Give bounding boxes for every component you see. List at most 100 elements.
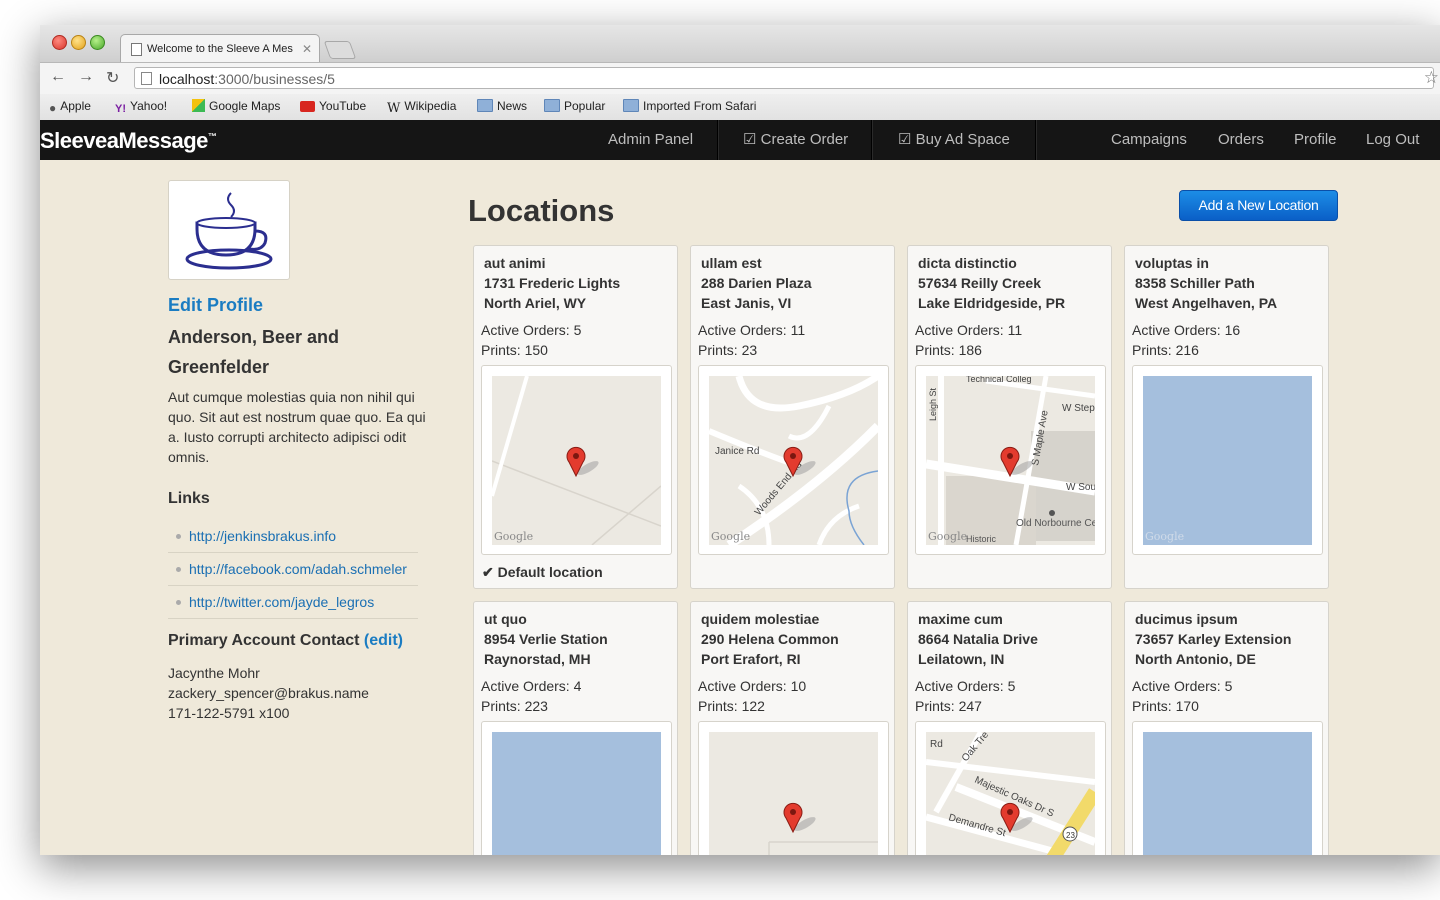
- map-frame: Janice Rd Woods End Rd Google: [698, 365, 889, 555]
- location-map[interactable]: Janice Rd Woods End Rd Google: [709, 376, 878, 545]
- bookmark-yahoo[interactable]: Y! Yahoo!: [115, 99, 167, 115]
- location-name: ut quo: [484, 611, 527, 627]
- location-card[interactable]: dicta distinctio 57634 Reilly Creek Lake…: [907, 245, 1112, 589]
- map-pin-icon: [783, 802, 816, 834]
- location-map[interactable]: Google: [1143, 376, 1312, 545]
- close-window-button[interactable]: [52, 35, 67, 50]
- browser-tab[interactable]: Welcome to the Sleeve A Mes ✕: [120, 34, 320, 62]
- location-card[interactable]: ut quo 8954 Verlie Station Raynorstad, M…: [473, 601, 678, 855]
- location-city: Lake Eldridgeside, PR: [918, 295, 1066, 311]
- prints-count: Prints: 223: [481, 698, 548, 714]
- page-title: Locations: [468, 193, 615, 228]
- edit-check-icon: ☑: [743, 131, 761, 148]
- nav-orders[interactable]: Orders: [1218, 120, 1264, 160]
- location-map[interactable]: Technical Colleg W Step S Maple Ave Leig…: [926, 376, 1095, 545]
- map-frame: [1132, 721, 1323, 855]
- location-street: 8954 Verlie Station: [484, 631, 608, 647]
- contact-info: Jacynthe Mohr zackery_spencer@brakus.nam…: [168, 663, 369, 723]
- bookmark-star-icon[interactable]: ☆: [1424, 67, 1439, 89]
- location-name: ducimus ipsum: [1135, 611, 1238, 627]
- folder-icon: [623, 99, 639, 112]
- facebook-link[interactable]: http://facebook.com/adah.schmeler: [189, 561, 407, 577]
- bookmark-apple[interactable]: ● Apple: [49, 99, 91, 115]
- location-card[interactable]: ducimus ipsum 73657 Karley Extension Nor…: [1124, 601, 1329, 855]
- zoom-window-button[interactable]: [90, 35, 105, 50]
- list-item: http://jenkinsbrakus.info: [168, 520, 418, 553]
- prints-count: Prints: 186: [915, 342, 982, 358]
- bookmark-folder-popular[interactable]: Popular: [544, 99, 605, 113]
- nav-admin-panel[interactable]: Admin Panel: [608, 120, 693, 160]
- nav-divider: [871, 120, 873, 160]
- edit-profile-link[interactable]: Edit Profile: [168, 295, 263, 316]
- site-logo[interactable]: SleeveaMessage™: [40, 128, 217, 154]
- contact-name: Jacynthe Mohr: [168, 665, 260, 681]
- location-street: 73657 Karley Extension: [1135, 631, 1292, 647]
- edit-contact-link[interactable]: (edit): [364, 632, 403, 649]
- coffee-cup-icon: [185, 192, 273, 270]
- minimize-window-button[interactable]: [71, 35, 86, 50]
- folder-icon: [544, 99, 560, 112]
- location-city: West Angelhaven, PA: [1135, 295, 1278, 311]
- bookmark-google-maps[interactable]: Google Maps: [192, 99, 280, 113]
- active-orders: Active Orders: 11: [698, 322, 806, 338]
- forward-arrow-icon[interactable]: →: [78, 68, 94, 86]
- nav-buy-ad-space[interactable]: ☑ Buy Ad Space: [898, 120, 1010, 160]
- bookmarks-bar: ● Apple Y! Yahoo! Google Maps YouTube W Wik…: [40, 94, 1440, 121]
- location-map[interactable]: Rd Oak Tre Majestic Oaks Dr S Demandre S…: [926, 732, 1095, 855]
- location-card[interactable]: aut animi 1731 Frederic Lights North Ari…: [473, 245, 678, 589]
- location-city: Port Erafort, RI: [701, 651, 801, 667]
- url-host: localhost: [159, 71, 215, 87]
- nav-profile[interactable]: Profile: [1294, 120, 1337, 160]
- checkmark-icon: ✔: [482, 564, 498, 580]
- reload-icon[interactable]: ↻: [106, 68, 119, 88]
- location-card[interactable]: voluptas in 8358 Schiller Path West Ange…: [1124, 245, 1329, 589]
- tab-strip: Welcome to the Sleeve A Mes ✕: [40, 25, 1440, 62]
- list-item: http://twitter.com/jayde_legros: [168, 586, 418, 619]
- active-orders: Active Orders: 10: [698, 678, 807, 694]
- folder-icon: [477, 99, 493, 112]
- map-frame: Google: [1132, 365, 1323, 555]
- map-credit: Google: [494, 530, 534, 543]
- website-link[interactable]: http://jenkinsbrakus.info: [189, 528, 336, 544]
- prints-count: Prints: 23: [698, 342, 758, 358]
- location-name: ullam est: [701, 255, 762, 271]
- map-credit: Google: [1145, 530, 1185, 543]
- url-path: :3000/businesses/5: [214, 71, 335, 87]
- location-street: 290 Helena Common: [701, 631, 839, 647]
- location-card[interactable]: ullam est 288 Darien Plaza East Janis, V…: [690, 245, 895, 589]
- location-map[interactable]: [709, 732, 878, 855]
- active-orders: Active Orders: 4: [481, 678, 582, 694]
- map-frame: Technical Colleg W Step S Maple Ave Leig…: [915, 365, 1106, 555]
- location-card[interactable]: quidem molestiae 290 Helena Common Port …: [690, 601, 895, 855]
- map-frame: Rd Oak Tre Majestic Oaks Dr S Demandre S…: [915, 721, 1106, 855]
- address-bar[interactable]: localhost:3000/businesses/5 ☆: [134, 67, 1439, 89]
- close-tab-icon[interactable]: ✕: [302, 35, 312, 62]
- location-name: quidem molestiae: [701, 611, 820, 627]
- location-map[interactable]: [1143, 732, 1312, 855]
- bookmark-folder-news[interactable]: News: [477, 99, 527, 113]
- business-description: Aut cumque molestias quia non nihil qui …: [168, 389, 426, 465]
- location-map[interactable]: Google: [492, 376, 661, 545]
- nav-log-out[interactable]: Log Out: [1366, 120, 1419, 160]
- browser-toolbar: ← → ↻ localhost:3000/businesses/5 ☆: [40, 62, 1440, 95]
- twitter-link[interactable]: http://twitter.com/jayde_legros: [189, 594, 374, 610]
- document-icon: [131, 43, 142, 56]
- add-location-button[interactable]: Add a New Location: [1179, 190, 1338, 221]
- bookmark-youtube[interactable]: YouTube: [300, 99, 366, 113]
- back-arrow-icon[interactable]: ←: [50, 68, 66, 86]
- active-orders: Active Orders: 16: [1132, 322, 1241, 338]
- nav-campaigns[interactable]: Campaigns: [1111, 120, 1187, 160]
- business-name: Anderson, Beer and Greenfelder: [168, 327, 340, 377]
- page-icon: [141, 72, 152, 85]
- location-map[interactable]: [492, 732, 661, 855]
- location-city: Leilatown, IN: [918, 651, 1005, 667]
- new-tab-button[interactable]: [323, 41, 357, 59]
- map-pin-icon: [566, 446, 599, 478]
- nav-create-order[interactable]: ☑ Create Order: [743, 120, 848, 160]
- bookmark-wikipedia[interactable]: W Wikipedia: [387, 99, 456, 116]
- location-street: 288 Darien Plaza: [701, 275, 812, 291]
- bookmark-folder-imported[interactable]: Imported From Safari: [623, 99, 756, 113]
- location-card[interactable]: maxime cum 8664 Natalia Drive Leilatown,…: [907, 601, 1112, 855]
- contact-heading: Primary Account Contact (edit): [168, 632, 404, 649]
- prints-count: Prints: 150: [481, 342, 548, 358]
